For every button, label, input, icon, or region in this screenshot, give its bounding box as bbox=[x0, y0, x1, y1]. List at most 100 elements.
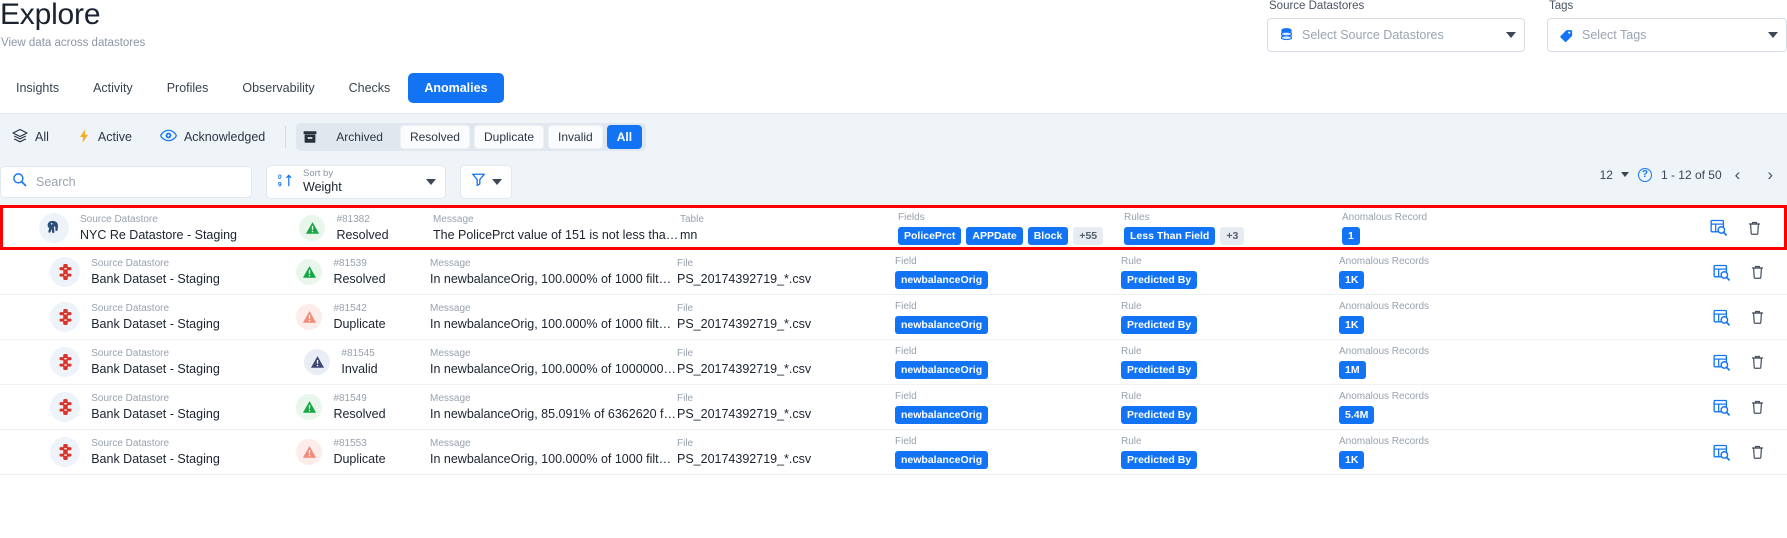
message-label: Message bbox=[430, 258, 471, 269]
rule-chip[interactable]: Predicted By bbox=[1121, 361, 1198, 379]
message-value: In newbalanceOrig, 100.000% of 1000 filt… bbox=[430, 452, 677, 466]
status-filter-active[interactable]: Active bbox=[65, 119, 148, 155]
search-placeholder: Search bbox=[36, 175, 76, 189]
table-row[interactable]: Source Datastore Bank Dataset - Staging #8… bbox=[0, 340, 1787, 385]
field-chip[interactable]: APPDate bbox=[966, 226, 1023, 245]
tags-placeholder: Select Tags bbox=[1582, 28, 1647, 42]
records-count-chip[interactable]: 1K bbox=[1339, 316, 1365, 334]
pagination-next-button[interactable]: › bbox=[1763, 166, 1777, 183]
tab-activity[interactable]: Activity bbox=[77, 73, 149, 103]
field-chip[interactable]: PolicePrct bbox=[898, 226, 962, 245]
filter-button[interactable] bbox=[460, 165, 512, 199]
tab-insights[interactable]: Insights bbox=[0, 73, 75, 103]
rule-chip[interactable]: Predicted By bbox=[1121, 406, 1198, 424]
trash-icon[interactable] bbox=[1750, 309, 1765, 325]
segment-duplicate[interactable]: Duplicate bbox=[473, 125, 545, 149]
records-chips: 5.4M bbox=[1339, 406, 1544, 424]
table-search-icon[interactable] bbox=[1713, 354, 1730, 371]
trash-icon[interactable] bbox=[1750, 444, 1765, 460]
sort-by-label: Sort by bbox=[303, 168, 334, 180]
sort-by-select[interactable]: 0 9 Sort by Weight bbox=[266, 165, 446, 199]
tab-profiles[interactable]: Profiles bbox=[151, 73, 225, 103]
records-cell: Anomalous Records 1K bbox=[1339, 250, 1544, 295]
field-chip[interactable]: Block bbox=[1027, 226, 1069, 245]
records-count-chip[interactable]: 1K bbox=[1339, 271, 1365, 289]
fields-label: Field bbox=[895, 346, 917, 357]
datastore-cell: Source Datastore NYC Re Datastore - Stagi… bbox=[3, 205, 255, 250]
page-size-select[interactable]: 12 bbox=[1600, 168, 1629, 182]
anomaly-id: #81553 bbox=[333, 438, 367, 449]
table-row[interactable]: Source Datastore Bank Dataset - Staging #8… bbox=[0, 295, 1787, 340]
rule-chip[interactable]: Predicted By bbox=[1121, 271, 1198, 289]
question-circle-icon[interactable]: ? bbox=[1637, 167, 1652, 182]
fields-chips: newbalanceOrig bbox=[895, 361, 1121, 379]
source-label: File bbox=[677, 258, 694, 269]
table-search-icon[interactable] bbox=[1710, 219, 1727, 236]
segment-all[interactable]: All bbox=[606, 125, 643, 149]
pagination-prev-button[interactable]: ‹ bbox=[1731, 166, 1745, 183]
segment-resolved[interactable]: Resolved bbox=[399, 125, 470, 149]
table-row[interactable]: Source Datastore Bank Dataset - Staging #8… bbox=[0, 430, 1787, 475]
fields-label: Fields bbox=[898, 211, 925, 223]
records-count-chip[interactable]: 1 bbox=[1342, 226, 1360, 245]
table-search-icon[interactable] bbox=[1713, 444, 1730, 461]
records-count-chip[interactable]: 1K bbox=[1339, 451, 1365, 469]
segment-archived-label: Archived bbox=[336, 130, 383, 144]
chevron-down-icon bbox=[1506, 32, 1516, 38]
eye-icon bbox=[160, 129, 177, 145]
fields-cell: Field newbalanceOrig bbox=[895, 430, 1121, 475]
records-cell: Anomalous Records 1K bbox=[1339, 430, 1544, 475]
source-datastores-select[interactable]: Select Source Datastores bbox=[1267, 18, 1525, 52]
tags-select[interactable]: Select Tags bbox=[1547, 18, 1787, 52]
status-filter-all[interactable]: All bbox=[0, 119, 65, 155]
database-red-glyph bbox=[59, 353, 72, 371]
table-search-icon[interactable] bbox=[1713, 399, 1730, 416]
tab-checks[interactable]: Checks bbox=[333, 73, 407, 103]
datastore-cell: Source Datastore Bank Dataset - Staging bbox=[0, 250, 252, 295]
records-count-chip[interactable]: 5.4M bbox=[1339, 406, 1375, 424]
field-chip[interactable]: newbalanceOrig bbox=[895, 451, 989, 469]
tab-anomalies[interactable]: Anomalies bbox=[408, 73, 504, 103]
chevron-down-icon bbox=[491, 179, 502, 185]
table-search-icon[interactable] bbox=[1713, 309, 1730, 326]
rules-label: Rule bbox=[1121, 301, 1142, 312]
fields-cell: Field newbalanceOrig bbox=[895, 250, 1121, 295]
field-chip[interactable]: newbalanceOrig bbox=[895, 361, 989, 379]
toolbar-divider bbox=[285, 126, 287, 148]
warning-triangle-salmon bbox=[296, 439, 323, 465]
trash-icon[interactable] bbox=[1747, 220, 1762, 236]
message-value: In newbalanceOrig, 100.000% of 1000000 f… bbox=[430, 362, 677, 376]
trash-icon[interactable] bbox=[1750, 264, 1765, 280]
records-chips: 1K bbox=[1339, 451, 1544, 469]
toolbar-strip: All Active Acknowledged Archived Resolve… bbox=[0, 113, 1787, 205]
field-chip[interactable]: newbalanceOrig bbox=[895, 271, 989, 289]
records-count-chip[interactable]: 1M bbox=[1339, 361, 1366, 379]
field-chip[interactable]: newbalanceOrig bbox=[895, 406, 989, 424]
segment-invalid[interactable]: Invalid bbox=[548, 125, 603, 149]
field-chip[interactable]: newbalanceOrig bbox=[895, 316, 989, 334]
rules-cell: Rule Predicted By bbox=[1121, 430, 1339, 475]
warning-triangle-navy bbox=[304, 349, 331, 375]
table-row[interactable]: Source Datastore Bank Dataset - Staging #8… bbox=[0, 385, 1787, 430]
rules-cell: Rule Predicted By bbox=[1121, 385, 1339, 430]
trash-icon[interactable] bbox=[1750, 354, 1765, 370]
tab-observability[interactable]: Observability bbox=[226, 73, 330, 103]
pagination: 12 ? 1 - 12 of 50 ‹ › bbox=[1600, 166, 1777, 183]
fields-cell: Field newbalanceOrig bbox=[895, 295, 1121, 340]
warning-triangle-salmon bbox=[296, 304, 323, 330]
page-size-value: 12 bbox=[1599, 167, 1613, 182]
records-cell: Anomalous Records 1M bbox=[1339, 340, 1544, 385]
status-filter-acknowledged[interactable]: Acknowledged bbox=[148, 119, 281, 155]
rule-chip[interactable]: Predicted By bbox=[1121, 316, 1198, 334]
rule-chip[interactable]: Predicted By bbox=[1121, 451, 1198, 469]
search-input[interactable]: Search bbox=[0, 166, 252, 198]
rule-chip[interactable]: Less Than Field bbox=[1124, 226, 1216, 245]
field-chip-more[interactable]: +55 bbox=[1073, 226, 1104, 245]
table-search-icon[interactable] bbox=[1713, 264, 1730, 281]
rules-chips: Predicted By bbox=[1121, 271, 1339, 289]
table-row[interactable]: Source Datastore Bank Dataset - Staging #8… bbox=[0, 250, 1787, 295]
table-row[interactable]: Source Datastore NYC Re Datastore - Stagi… bbox=[0, 205, 1787, 250]
trash-icon[interactable] bbox=[1750, 399, 1765, 415]
rule-chip-more[interactable]: +3 bbox=[1220, 226, 1245, 245]
records-label: Anomalous Records bbox=[1339, 301, 1430, 312]
